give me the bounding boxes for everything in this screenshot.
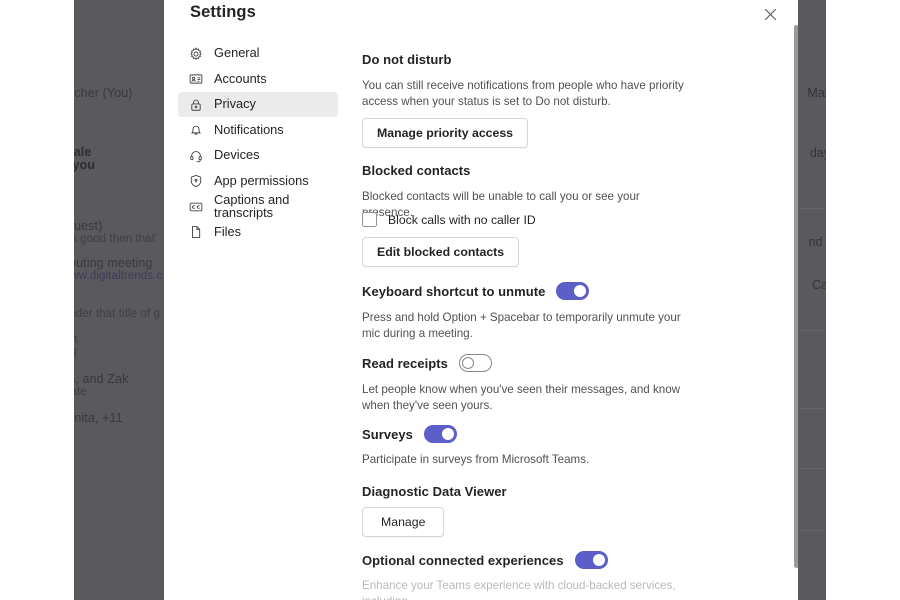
sidebar-item-label: General <box>214 45 260 61</box>
sidebar-item-label: Captions and transcripts <box>214 191 290 220</box>
background-text: day <box>809 146 826 160</box>
section-heading: Surveys <box>362 426 413 442</box>
background-text: Nate <box>74 386 87 398</box>
block-anonymous-calls-label: Block calls with no caller ID <box>388 212 536 227</box>
background-text: www.digitaltrends.c <box>74 270 163 282</box>
gear-icon <box>188 46 204 62</box>
toggle-knob <box>574 285 587 297</box>
optional-connected-experiences-row: Optional connected experiences <box>362 551 608 569</box>
manage-priority-access-button[interactable]: Manage priority access <box>362 118 529 149</box>
dialog-scrollbar[interactable] <box>794 25 798 568</box>
close-icon <box>764 8 777 21</box>
background-text: Cana <box>812 278 826 292</box>
bell-icon <box>188 122 204 138</box>
section-heading: Keyboard shortcut to unmute <box>362 283 546 299</box>
diagnostic-data-viewer-section: Diagnostic Data Viewer <box>362 484 507 499</box>
settings-dialog: Settings General Accounts Privacy Notifi… <box>164 0 798 600</box>
sidebar-item-app-permissions[interactable]: App permissions <box>178 169 338 194</box>
sidebar-item-label: Privacy <box>214 96 256 112</box>
keyboard-shortcut-description: Press and hold Option + Spacebar to temp… <box>362 311 681 340</box>
do-not-disturb-section: Do not disturb <box>362 52 452 67</box>
optional-connected-experiences-toggle[interactable] <box>574 551 608 569</box>
toggle-knob <box>441 428 454 440</box>
background-text: ninder that title of g <box>74 308 161 320</box>
background-text: nds good then that' <box>74 233 158 245</box>
background-text: dale <box>74 145 92 159</box>
background-text: ca, and Zak <box>74 372 129 386</box>
section-heading: Do not disturb <box>362 52 452 67</box>
optional-connected-experiences-description: Enhance your Teams experience with cloud… <box>362 579 676 600</box>
keyboard-shortcut-row: Keyboard shortcut to unmute <box>362 282 590 300</box>
sidebar-item-general[interactable]: General <box>178 41 338 66</box>
background-text: ng <box>74 346 77 358</box>
sidebar-item-label: App permissions <box>214 172 309 188</box>
section-heading: Optional connected experiences <box>362 552 564 568</box>
dialog-title: Settings <box>190 3 256 21</box>
surveys-row: Surveys <box>362 425 457 443</box>
background-text: k you <box>74 158 96 172</box>
sidebar-item-accounts[interactable]: Accounts <box>178 67 338 92</box>
read-receipts-toggle[interactable] <box>458 354 492 372</box>
block-anonymous-calls-checkbox[interactable] <box>362 212 377 227</box>
read-receipts-row: Read receipts <box>362 354 492 372</box>
background-text: scher (You) <box>74 86 133 100</box>
diagnostic-manage-row: Manage <box>362 507 445 538</box>
background-chat-list: scher (You) dale k you n (Guest) nds goo… <box>74 0 170 600</box>
dialog-scrollbar-thumb[interactable] <box>794 25 798 568</box>
background-text: (Guest) <box>74 219 103 233</box>
settings-nav: General Accounts Privacy Notifications D… <box>178 41 338 245</box>
sidebar-item-files[interactable]: Files <box>178 220 338 245</box>
screen: scher (You) dale k you n (Guest) nds goo… <box>0 0 900 600</box>
sidebar-item-label: Files <box>214 223 242 239</box>
background-text: ch <box>74 332 77 346</box>
privacy-settings-pane: Do not disturb You can still receive not… <box>362 0 762 600</box>
sidebar-item-label: Accounts <box>214 70 267 86</box>
background-text: nd I w <box>808 235 826 249</box>
file-icon <box>188 224 204 240</box>
shield-icon <box>188 173 204 189</box>
keyboard-shortcut-toggle[interactable] <box>556 282 590 300</box>
surveys-toggle[interactable] <box>423 425 457 443</box>
toggle-knob <box>592 554 605 566</box>
background-text: Anita, +11 <box>74 411 123 425</box>
background-text: nputing meeting <box>74 256 153 270</box>
sidebar-item-label: Notifications <box>214 121 284 137</box>
sidebar-item-privacy[interactable]: Privacy <box>178 92 338 117</box>
sidebar-item-notifications[interactable]: Notifications <box>178 118 338 143</box>
lock-icon <box>188 97 204 113</box>
blocked-contacts-section: Blocked contacts <box>362 163 470 178</box>
closed-caption-icon <box>188 199 204 215</box>
section-heading: Diagnostic Data Viewer <box>362 484 507 499</box>
sidebar-item-devices[interactable]: Devices <box>178 143 338 168</box>
do-not-disturb-description: You can still receive notifications from… <box>362 79 684 108</box>
diagnostic-manage-button[interactable]: Manage <box>362 507 445 538</box>
id-card-icon <box>188 71 204 87</box>
background-text: er <box>74 294 75 308</box>
surveys-description: Participate in surveys from Microsoft Te… <box>362 453 590 466</box>
sidebar-item-captions-and-transcripts[interactable]: Captions and transcripts <box>178 191 338 220</box>
headset-icon <box>188 148 204 164</box>
block-anonymous-calls-checkbox-row[interactable]: Block calls with no caller ID <box>362 212 536 227</box>
edit-blocked-contacts-row: Edit blocked contacts <box>362 237 520 268</box>
edit-blocked-contacts-button[interactable]: Edit blocked contacts <box>362 237 520 268</box>
read-receipts-description: Let people know when you've seen their m… <box>362 383 681 412</box>
section-heading: Blocked contacts <box>362 163 471 178</box>
sidebar-item-label: Devices <box>214 147 260 163</box>
toggle-knob <box>461 357 474 369</box>
manage-priority-access-row: Manage priority access <box>362 118 529 149</box>
background-text: Make <box>807 86 826 100</box>
section-heading: Read receipts <box>362 355 448 371</box>
